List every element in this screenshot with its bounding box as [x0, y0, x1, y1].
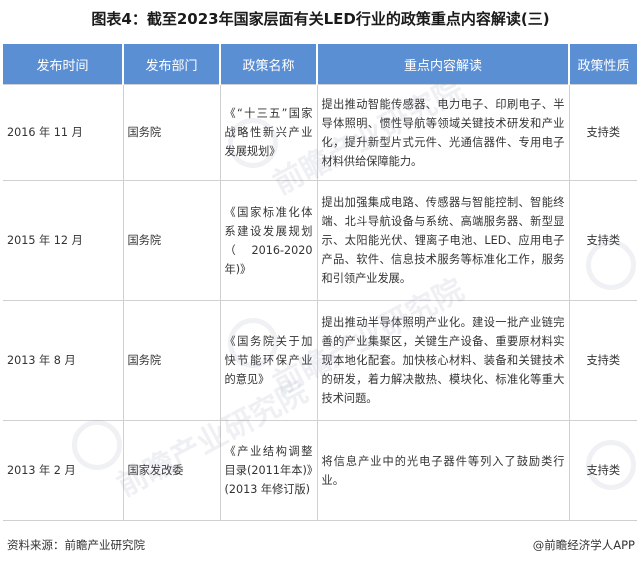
cell-date: 2016 年 11 月: [3, 84, 124, 181]
cell-dept: 国家发改委: [123, 420, 221, 521]
cell-content: 提出推动半导体照明产业化。建设一批产业链完善的产业集聚区，关键生产设备、重要原材…: [317, 300, 570, 421]
table-row: 2015 年 12 月 国务院 《国家标准化体系建设发展规划（2016-2020…: [3, 180, 637, 301]
chart-title: 图表4：截至2023年国家层面有关LED行业的政策重点内容解读(三): [91, 10, 550, 28]
table-row: 2013 年 8 月 国务院 《国务院关于加快节能环保产业的意见》 提出推动半导…: [3, 300, 637, 421]
cell-dept: 国务院: [123, 180, 221, 301]
cell-content: 提出加强集成电路、传感器与智能控制、智能终端、北斗导航设备与系统、高端服务器、新…: [317, 180, 570, 301]
table-row: 2013 年 2 月 国家发改委 《产业结构调整目录(2011年本)》(2013…: [3, 420, 637, 521]
cell-policy-name: 《“十三五”国家战略性新兴产业发展规划》: [220, 84, 318, 181]
header-dept: 发布部门: [123, 44, 221, 85]
cell-date: 2013 年 2 月: [3, 420, 124, 521]
cell-policy-name: 《国家标准化体系建设发展规划（2016-2020年)》: [220, 180, 318, 301]
source-note: 资料来源：前瞻产业研究院: [7, 538, 145, 552]
cell-type: 支持类: [569, 180, 637, 301]
cell-date: 2015 年 12 月: [3, 180, 124, 301]
cell-type: 支持类: [569, 300, 637, 421]
header-date: 发布时间: [3, 44, 124, 85]
footer: 资料来源：前瞻产业研究院 @前瞻经济学人APP: [0, 537, 641, 557]
cell-type: 支持类: [569, 84, 637, 181]
cell-type: 支持类: [569, 420, 637, 521]
brand-credit: @前瞻经济学人APP: [532, 538, 635, 552]
table-header-row: 发布时间 发布部门 政策名称 重点内容解读 政策性质: [3, 44, 637, 85]
cell-content: 将信息产业中的光电子器件等列入了鼓励类行业。: [317, 420, 570, 521]
table-row: 2016 年 11 月 国务院 《“十三五”国家战略性新兴产业发展规划》 提出推…: [3, 84, 637, 181]
header-content: 重点内容解读: [317, 44, 570, 85]
header-name: 政策名称: [220, 44, 318, 85]
cell-dept: 国务院: [123, 84, 221, 181]
header-type: 政策性质: [569, 44, 637, 85]
cell-content: 提出推动智能传感器、电力电子、印刷电子、半导体照明、惯性导航等领域关键技术研发和…: [317, 84, 570, 181]
cell-date: 2013 年 8 月: [3, 300, 124, 421]
policy-table: 发布时间 发布部门 政策名称 重点内容解读 政策性质 2016 年 11 月 国…: [3, 44, 637, 521]
cell-dept: 国务院: [123, 300, 221, 421]
cell-policy-name: 《国务院关于加快节能环保产业的意见》: [220, 300, 318, 421]
cell-policy-name: 《产业结构调整目录(2011年本)》(2013 年修订版): [220, 420, 318, 521]
